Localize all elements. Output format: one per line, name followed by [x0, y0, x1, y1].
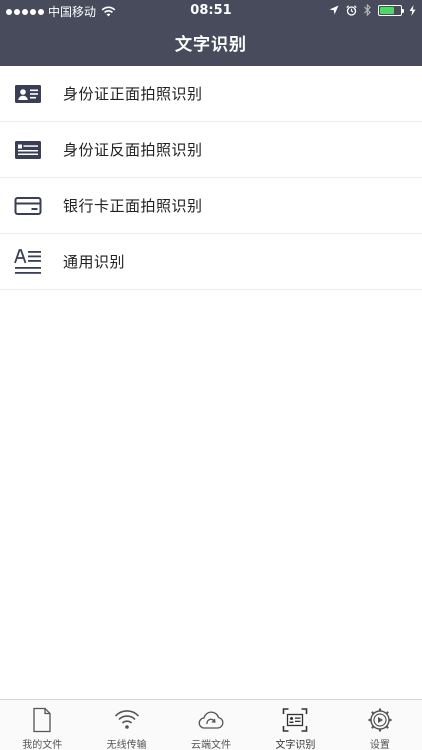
menu-item-id-card-back[interactable]: 身份证反面拍照识别	[0, 122, 422, 178]
bank-card-icon	[14, 197, 42, 215]
cloud-sync-icon	[198, 711, 224, 729]
tab-label: 无线传输	[106, 740, 147, 750]
location-arrow-icon	[329, 5, 339, 15]
text-recognition-icon	[14, 249, 41, 274]
scan-card-icon	[283, 708, 308, 732]
battery-icon	[378, 4, 404, 16]
id-card-front-icon	[15, 85, 41, 103]
tab-bar: 我的文件 无线传输 云端文件 文字识别 设置	[0, 699, 422, 750]
gear-icon	[368, 708, 392, 732]
tab-label: 我的文件	[22, 740, 63, 750]
tab-settings[interactable]: 设置	[338, 700, 422, 750]
menu-item-label: 银行卡正面拍照识别	[63, 197, 203, 215]
status-right	[329, 4, 416, 16]
menu-item-id-card-front[interactable]: 身份证正面拍照识别	[0, 66, 422, 122]
menu-item-label: 身份证正面拍照识别	[63, 85, 203, 103]
tab-cloud-files[interactable]: 云端文件	[169, 700, 253, 750]
charging-icon	[409, 4, 416, 16]
id-card-back-icon	[15, 141, 41, 159]
tab-label: 文字识别	[275, 740, 316, 750]
page-title: 文字识别	[175, 35, 247, 55]
recognition-menu: 身份证正面拍照识别 身份证反面拍照识别 银行卡正面拍照识别 通用识别	[0, 66, 422, 290]
menu-item-general-recognition[interactable]: 通用识别	[0, 234, 422, 290]
menu-item-label: 通用识别	[63, 253, 126, 271]
tab-label: 云端文件	[191, 740, 232, 750]
bluetooth-icon	[364, 4, 371, 16]
tab-text-recognition[interactable]: 文字识别	[253, 700, 337, 750]
file-icon	[33, 707, 51, 733]
menu-item-bank-card[interactable]: 银行卡正面拍照识别	[0, 178, 422, 234]
status-bar: 中国移动 08:51	[0, 0, 422, 22]
tab-label: 设置	[369, 740, 390, 750]
tab-wireless-transfer[interactable]: 无线传输	[84, 700, 168, 750]
menu-item-label: 身份证反面拍照识别	[63, 141, 203, 159]
tab-my-files[interactable]: 我的文件	[0, 700, 84, 750]
header: 中国移动 08:51 文字识别	[0, 0, 422, 66]
alarm-icon	[346, 4, 357, 16]
wifi-icon	[114, 710, 139, 729]
